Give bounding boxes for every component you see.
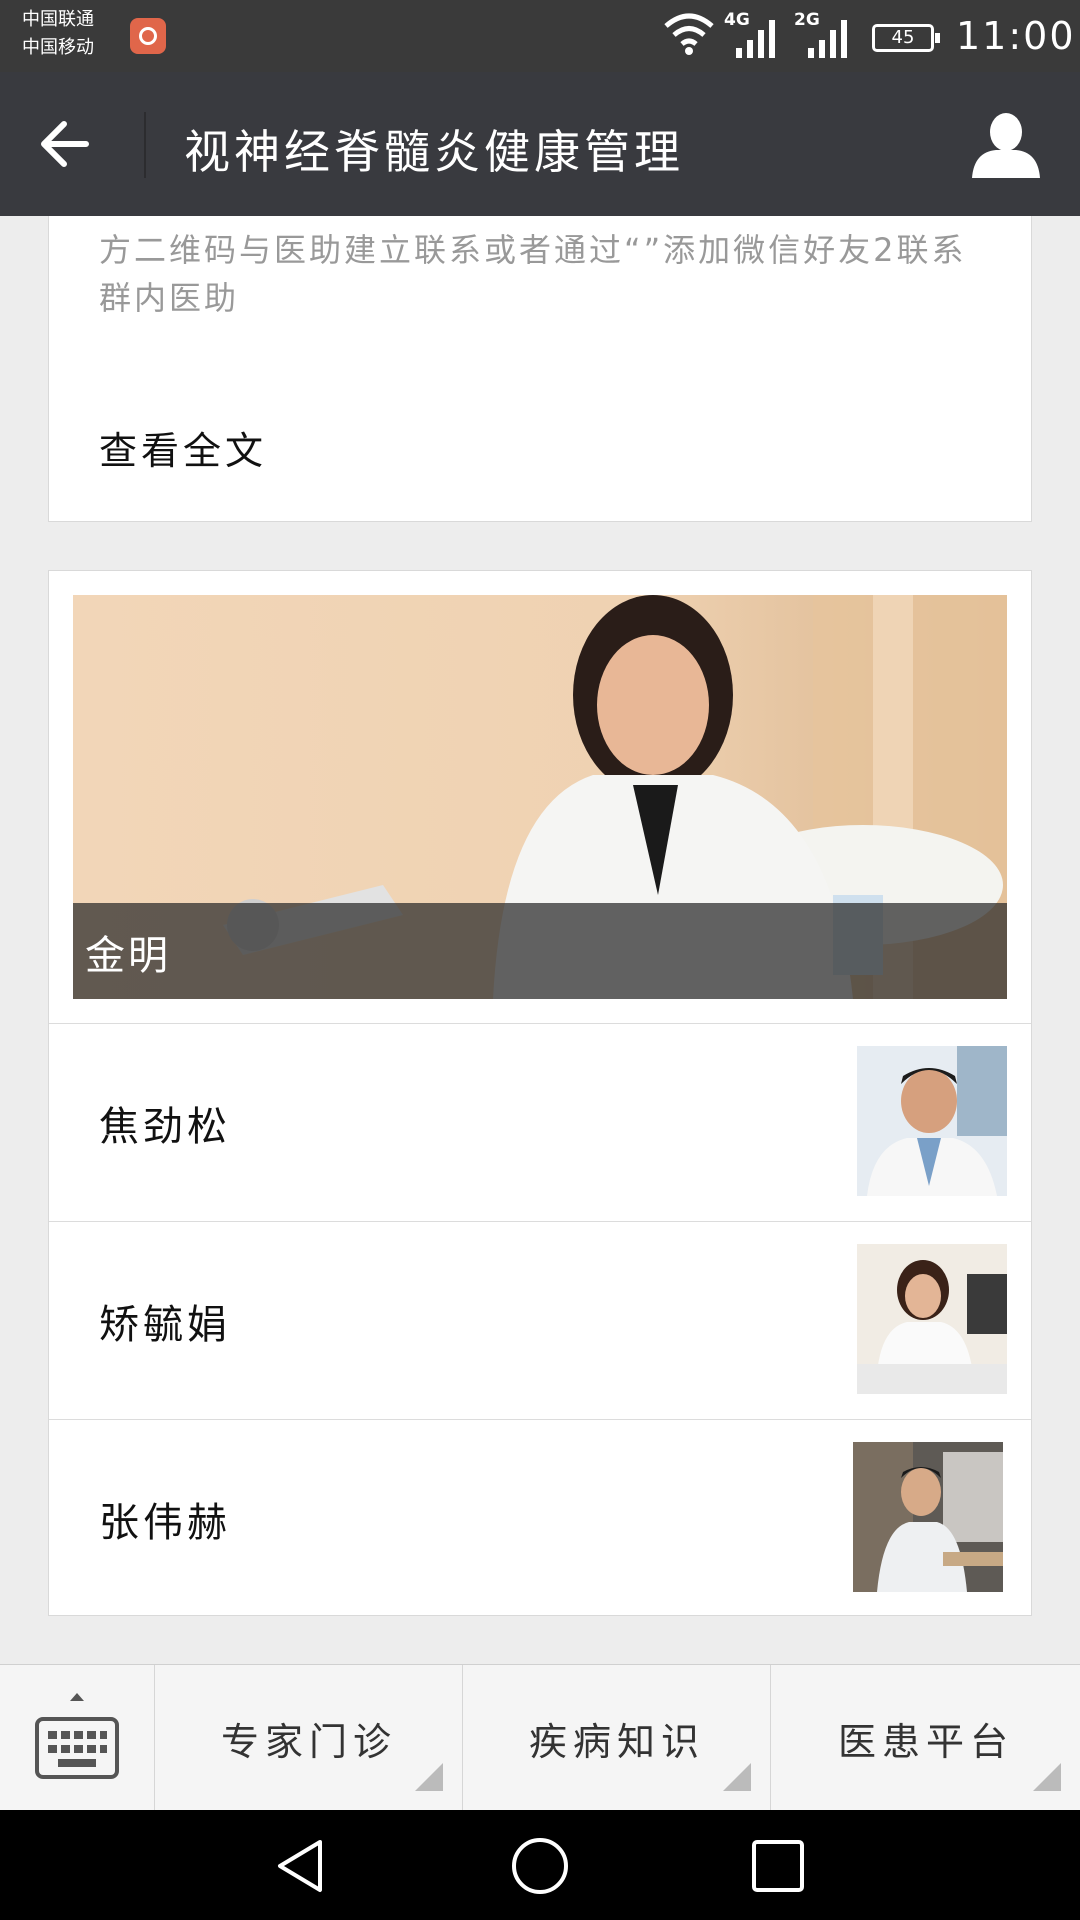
- doctor-thumbnail: [853, 1442, 1003, 1592]
- battery-icon: 45: [872, 24, 940, 52]
- menu-doctor-patient-platform[interactable]: 医患平台: [770, 1665, 1080, 1811]
- status-bar: 中国联通 中国移动 4G 2G 45 11:00: [0, 0, 1080, 72]
- menu-label: 专家门诊: [220, 1719, 397, 1764]
- carrier-2: 中国移动: [22, 37, 94, 58]
- circle-home-icon: [512, 1838, 568, 1894]
- system-nav-bar: [0, 1810, 1080, 1920]
- page-title: 视神经脊髓炎健康管理: [184, 125, 684, 179]
- back-button[interactable]: [36, 112, 110, 176]
- doctor-list-item[interactable]: 张伟赫: [49, 1419, 1031, 1618]
- carrier-info: 中国联通 中国移动: [22, 6, 94, 62]
- doctor-thumbnail: [857, 1046, 1007, 1196]
- submenu-indicator-icon: [723, 1763, 751, 1791]
- read-more-link[interactable]: 查看全文: [99, 420, 267, 475]
- doctor-name: 张伟赫: [99, 1500, 231, 1546]
- signal-icon-2: [808, 20, 847, 58]
- bottom-menu: 专家门诊 疾病知识 医患平台: [0, 1664, 1080, 1811]
- featured-doctor-caption-bar: 金明: [73, 903, 1007, 999]
- doctor-name: 矫毓娟: [99, 1302, 231, 1348]
- submenu-indicator-icon: [1033, 1763, 1061, 1791]
- doctor-thumbnail: [857, 1244, 1007, 1394]
- arrow-left-icon: [41, 121, 89, 167]
- wifi-icon: [664, 13, 714, 55]
- user-icon: [972, 113, 1040, 178]
- article-excerpt: 方二维码与医助建立联系或者通过“”添加微信好友2联系群内医助: [99, 231, 967, 317]
- carrier-1: 中国联通: [22, 9, 94, 30]
- user-profile-button[interactable]: [968, 110, 1044, 180]
- clock: 11:00: [956, 14, 1076, 58]
- square-recents-icon: [752, 1840, 804, 1892]
- keyboard-toggle-button[interactable]: [0, 1665, 154, 1811]
- triangle-back-icon: [278, 1840, 322, 1892]
- nav-home-button[interactable]: [510, 1836, 570, 1896]
- nav-recents-button[interactable]: [748, 1836, 808, 1896]
- article-card: 方二维码与医助建立联系或者通过“”添加微信好友2联系群内医助 查看全文: [48, 216, 1032, 522]
- doctor-list-item[interactable]: 矫毓娟: [49, 1221, 1031, 1420]
- signal-icon-1: [736, 20, 775, 58]
- featured-doctor-banner[interactable]: 金明: [73, 595, 1007, 999]
- doctors-card: 金明 焦劲松 矫毓娟 张伟赫: [48, 570, 1032, 1616]
- doctor-name: 焦劲松: [99, 1104, 231, 1150]
- featured-doctor-name: 金明: [85, 933, 171, 979]
- submenu-indicator-icon: [415, 1763, 443, 1791]
- keyboard-icon: [35, 1693, 119, 1779]
- title-divider: [144, 112, 146, 178]
- menu-label: 医患平台: [837, 1719, 1014, 1764]
- title-bar: 视神经脊髓炎健康管理: [0, 72, 1080, 216]
- doctor-list-item[interactable]: 焦劲松: [49, 1023, 1031, 1222]
- notification-app-icon: [130, 18, 166, 54]
- battery-level: 45: [891, 27, 915, 48]
- menu-label: 疾病知识: [528, 1719, 705, 1764]
- nav-back-button[interactable]: [272, 1836, 332, 1896]
- menu-disease-knowledge[interactable]: 疾病知识: [462, 1665, 771, 1811]
- menu-expert-clinic[interactable]: 专家门诊: [154, 1665, 463, 1811]
